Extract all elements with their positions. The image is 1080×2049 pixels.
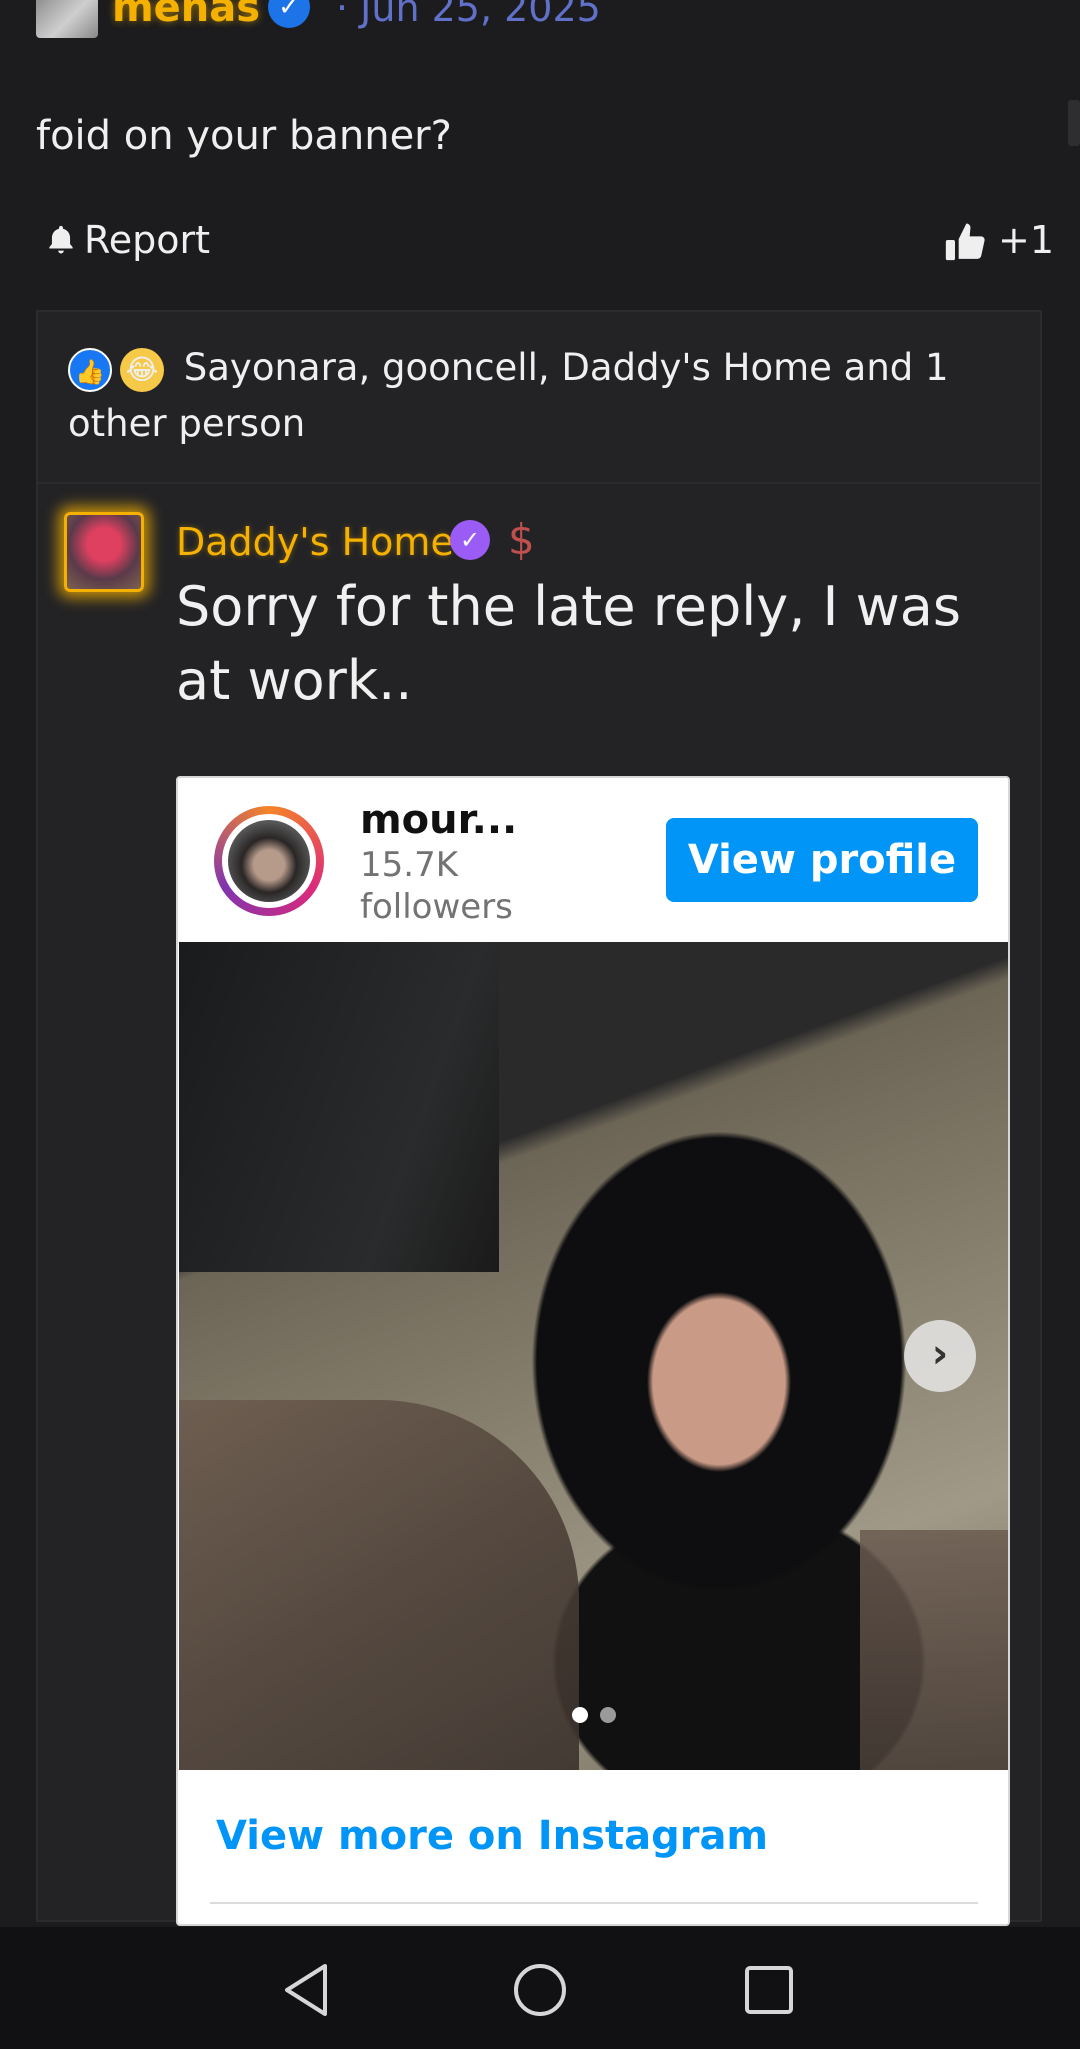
triangle-back-icon	[285, 1964, 327, 2016]
verified-check-icon: ✓	[450, 520, 490, 560]
nav-back-button[interactable]	[272, 1955, 342, 2025]
report-button[interactable]: Report	[44, 218, 210, 262]
square-recents-icon	[745, 1966, 793, 2014]
author-username[interactable]: menas	[112, 0, 260, 34]
bell-icon	[49, 225, 73, 254]
laughing-crying-reaction-icon: 😂	[120, 347, 164, 392]
nav-recents-button[interactable]	[734, 1955, 804, 2025]
like-button[interactable]: +1	[944, 218, 1054, 262]
verified-check-icon: ✓	[268, 0, 310, 28]
reactions-summary[interactable]: 👍 😂 Sayonara, gooncell, Daddy's Home and …	[68, 340, 968, 452]
post-text: foid on your banner?	[36, 113, 452, 159]
scrollbar[interactable]	[1068, 100, 1080, 146]
like-count: +1	[998, 218, 1055, 262]
instagram-avatar[interactable]	[228, 820, 310, 902]
circle-home-icon	[514, 1964, 566, 2016]
like-reaction-icon: 👍	[68, 347, 112, 392]
view-more-on-instagram-link[interactable]: View more on Instagram	[216, 1810, 768, 1862]
instagram-followers-count: 15.7K	[360, 845, 458, 885]
dollar-badge-icon: $	[508, 515, 535, 564]
carousel-dot[interactable]	[600, 1707, 616, 1723]
reactions-text: Sayonara, gooncell, Daddy's Home and 1 o…	[68, 346, 949, 445]
report-label: Report	[84, 218, 210, 262]
instagram-followers-label: followers	[360, 887, 513, 927]
instagram-username[interactable]: mour...	[360, 796, 517, 844]
reply-author-name[interactable]: Daddy's Home	[176, 512, 454, 572]
book-image-detail	[179, 942, 499, 1272]
author-avatar[interactable]	[36, 0, 98, 38]
nav-home-button[interactable]	[505, 1955, 575, 2025]
reply-text: Sorry for the late reply, I was at work.…	[176, 575, 962, 712]
divider	[210, 1902, 978, 1904]
photo-detail-arm-right	[860, 1530, 1008, 1770]
thumbs-up-icon	[945, 223, 985, 261]
post-date[interactable]: · Jun 25, 2025	[336, 0, 601, 34]
reply-author-avatar[interactable]	[64, 512, 144, 592]
chevron-right-icon[interactable]: ›	[904, 1320, 976, 1392]
carousel-dot-active[interactable]	[572, 1707, 588, 1723]
view-profile-button[interactable]: View profile	[666, 818, 978, 902]
